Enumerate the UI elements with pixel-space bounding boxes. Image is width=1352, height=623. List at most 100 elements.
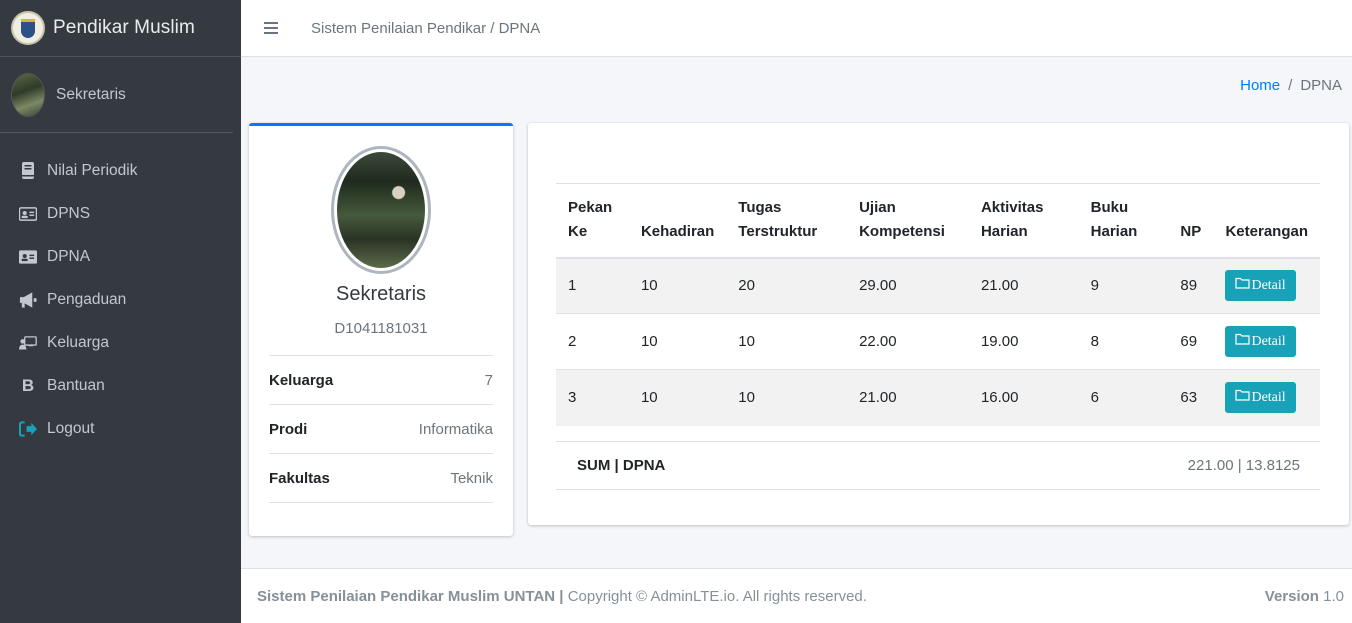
detail-button[interactable]: Detail — [1225, 382, 1296, 414]
table-cell: 1 — [556, 257, 629, 314]
sum-row: SUM | DPNA 221.00 | 13.8125 — [556, 441, 1320, 490]
top-navbar: Sistem Penilaian Pendikar / DPNA — [241, 0, 1352, 57]
info-label: Fakultas — [269, 469, 330, 487]
list-item: Keluarga 7 — [269, 356, 493, 405]
dpna-table-card: Pekan Ke Kehadiran Tugas Terstruktur Ujian… — [528, 123, 1349, 525]
info-value: Teknik — [450, 469, 493, 487]
sidebar-item-label: DPNA — [47, 247, 91, 265]
sidebar-nav: Nilai Periodik DPNS DPNA Pengaduan Kelua… — [0, 149, 241, 450]
dpna-table: Pekan Ke Kehadiran Tugas Terstruktur Ujian… — [556, 183, 1320, 426]
sidebar-item-bantuan[interactable]: B Bantuan — [0, 364, 241, 407]
table-cell: Detail — [1213, 313, 1320, 370]
table-cell: 9 — [1078, 257, 1169, 314]
detail-button-label: Detail — [1251, 389, 1286, 405]
table-cell: 29.00 — [847, 257, 969, 314]
book-icon — [19, 162, 37, 179]
sidebar-item-nilai-periodik[interactable]: Nilai Periodik — [0, 149, 241, 192]
table-cell: 21.00 — [847, 369, 969, 426]
footer: Sistem Penilaian Pendikar Muslim UNTAN |… — [241, 568, 1352, 623]
sidebar-item-label: Bantuan — [47, 376, 105, 394]
sidebar-item-dpns[interactable]: DPNS — [0, 192, 241, 235]
sidebar-item-label: DPNS — [47, 204, 91, 222]
folder-icon — [1235, 277, 1251, 294]
avatar — [11, 72, 45, 117]
sum-label: SUM | DPNA — [577, 457, 666, 474]
profile-avatar — [331, 146, 431, 274]
sidebar-item-logout[interactable]: Logout — [0, 407, 241, 450]
footer-separator: | — [555, 587, 568, 605]
chalkboard-user-icon — [19, 335, 37, 351]
column-header: Tugas Terstruktur — [726, 183, 848, 259]
table-row: 3 10 10 21.00 16.00 6 63 Detail — [556, 369, 1320, 426]
table-cell: 69 — [1168, 313, 1214, 370]
profile-id: D1041181031 — [334, 320, 428, 337]
detail-button[interactable]: Detail — [1225, 270, 1296, 302]
table-cell: 16.00 — [968, 369, 1079, 426]
sidebar-item-label: Keluarga — [47, 333, 110, 351]
menu-toggle-icon[interactable] — [264, 22, 278, 34]
table-cell: 10 — [726, 369, 848, 426]
info-label: Prodi — [269, 420, 308, 438]
user-name: Sekretaris — [56, 85, 126, 103]
sidebar-item-keluarga[interactable]: Keluarga — [0, 321, 241, 364]
footer-copyright: Sistem Penilaian Pendikar Muslim UNTAN |… — [257, 588, 867, 605]
sum-value: 221.00 | 13.8125 — [1187, 457, 1300, 474]
table-cell: 3 — [556, 369, 629, 426]
column-header: Aktivitas Harian — [968, 183, 1079, 259]
table-cell: 10 — [628, 369, 727, 426]
sign-out-icon — [19, 420, 37, 437]
table-cell: 20 — [726, 257, 848, 314]
page-heading: Sistem Penilaian Pendikar / DPNA — [311, 19, 541, 37]
id-card-icon — [19, 206, 37, 221]
breadcrumb-home-link[interactable]: Home — [1240, 77, 1280, 94]
table-cell: 10 — [726, 313, 848, 370]
detail-button-label: Detail — [1251, 333, 1286, 349]
breadcrumb-current: DPNA — [1300, 77, 1342, 94]
brand-link[interactable]: Pendikar Muslim — [0, 0, 241, 57]
bullhorn-icon — [19, 291, 37, 308]
profile-card: Sekretaris D1041181031 Keluarga 7 Prodi … — [249, 123, 513, 536]
list-item: Prodi Informatika — [269, 405, 493, 454]
detail-button[interactable]: Detail — [1225, 326, 1296, 357]
footer-version: Version 1.0 — [1265, 588, 1344, 605]
version-label: Version — [1264, 587, 1319, 605]
info-label: Keluarga — [269, 371, 334, 389]
table-cell: 8 — [1078, 313, 1169, 370]
brand-title: Pendikar Muslim — [53, 17, 195, 38]
column-header: NP — [1168, 183, 1214, 259]
table-cell: 63 — [1168, 369, 1214, 426]
table-cell: 21.00 — [968, 257, 1079, 314]
list-item: Fakultas Teknik — [269, 454, 493, 503]
user-panel[interactable]: Sekretaris — [0, 57, 233, 133]
table-row: 2 10 10 22.00 19.00 8 69 Detail — [556, 313, 1320, 370]
table-cell: 10 — [628, 257, 727, 314]
sidebar-item-label: Pengaduan — [47, 290, 127, 308]
sidebar-item-dpna[interactable]: DPNA — [0, 235, 241, 278]
column-header: Keterangan — [1213, 183, 1320, 259]
column-header: Kehadiran — [628, 183, 727, 259]
info-value: Informatika — [418, 420, 493, 438]
column-header: Buku Harian — [1078, 183, 1169, 259]
breadcrumb-separator: / — [1288, 77, 1293, 94]
folder-icon — [1235, 389, 1251, 406]
table-cell: 89 — [1168, 257, 1214, 314]
table-cell: Detail — [1213, 257, 1320, 314]
version-number: 1.0 — [1323, 587, 1344, 605]
profile-name: Sekretaris — [335, 283, 427, 305]
table-row: 1 10 20 29.00 21.00 9 89 Detail — [556, 257, 1320, 314]
table-cell: 6 — [1078, 369, 1169, 426]
info-value: 7 — [484, 371, 493, 389]
footer-brand: Sistem Penilaian Pendikar Muslim UNTAN — [257, 587, 556, 605]
sidebar-item-pengaduan[interactable]: Pengaduan — [0, 278, 241, 321]
sidebar-item-label: Logout — [47, 419, 95, 437]
table-cell: 19.00 — [968, 313, 1079, 370]
sidebar-item-label: Nilai Periodik — [47, 161, 138, 179]
sidebar: Pendikar Muslim Sekretaris Nilai Periodi… — [0, 0, 241, 623]
detail-button-label: Detail — [1251, 277, 1286, 293]
table-header-row: Pekan Ke Kehadiran Tugas Terstruktur Ujian… — [556, 183, 1320, 259]
footer-copyright-text: Copyright © AdminLTE.io. All rights rese… — [567, 587, 867, 605]
column-header: Ujian Kompetensi — [847, 183, 969, 259]
breadcrumb: Home / DPNA — [1240, 77, 1342, 94]
profile-info-list: Keluarga 7 Prodi Informatika Fakultas Te… — [269, 355, 493, 503]
bitcoin-icon: B — [21, 375, 35, 395]
